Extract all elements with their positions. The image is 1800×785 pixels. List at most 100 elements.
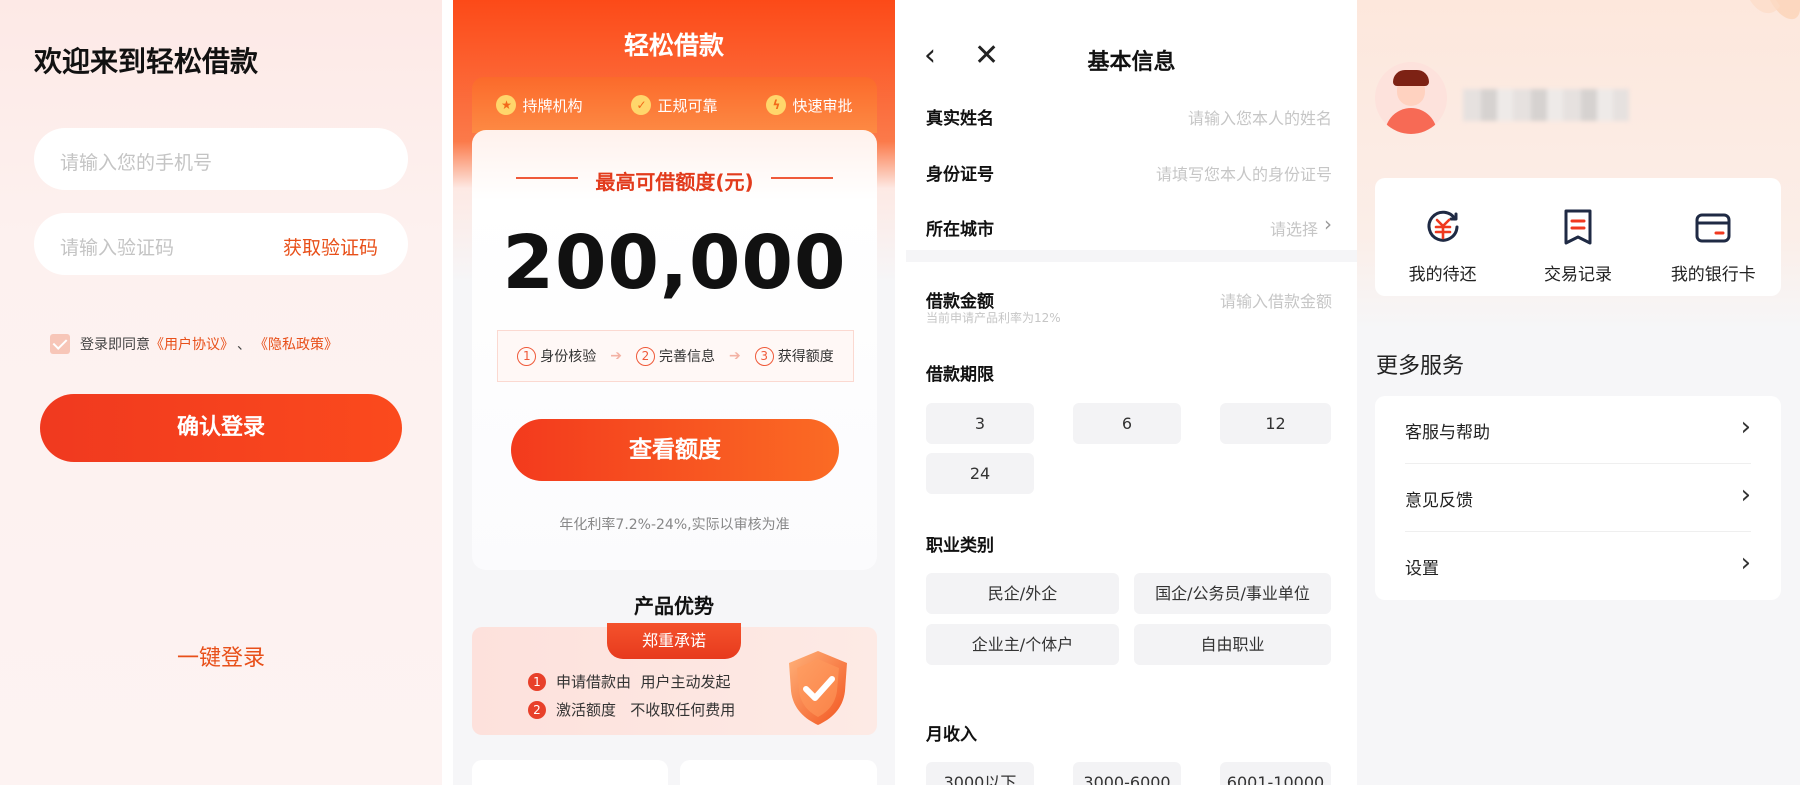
- services-menu: 客服与帮助 › 意见反馈 › 设置 ›: [1375, 396, 1781, 600]
- step-number: 3: [754, 346, 774, 366]
- bank-card-icon: [1695, 213, 1731, 243]
- term-label: 借款期限: [926, 365, 994, 385]
- quick-action-transactions[interactable]: 交易记录: [1510, 178, 1645, 296]
- agreement-row: 登录即同意 《用户协议》 、 《隐私政策》: [50, 334, 338, 354]
- chevron-right-icon: ›: [1740, 412, 1751, 442]
- shield-check-icon: ✓: [631, 95, 652, 115]
- tag-label: 快速审批: [792, 96, 853, 115]
- quick-action-label: 我的待还: [1408, 265, 1477, 285]
- tag-label: 持牌机构: [522, 96, 583, 115]
- welcome-title: 欢迎来到轻松借款: [34, 45, 259, 78]
- get-code-button[interactable]: 获取验证码: [283, 233, 378, 260]
- star-badge-icon: ★: [496, 95, 517, 115]
- rate-note: 年化利率7.2%-24%,实际以审核为准: [559, 517, 790, 533]
- name-field[interactable]: 真实姓名 请输入您本人的姓名: [926, 96, 1332, 136]
- promise-item: 2 激活额度 不收取任何费用: [528, 699, 735, 720]
- shield-check-icon: [789, 651, 847, 725]
- one-click-login-button[interactable]: 一键登录: [0, 640, 442, 672]
- promise-text: 申请借款由 用户主动发起: [556, 673, 731, 691]
- more-services-title: 更多服务: [1376, 354, 1465, 379]
- field-placeholder: 请输入借款金额: [1219, 292, 1332, 311]
- job-option[interactable]: 企业主/个体户: [926, 624, 1119, 665]
- section-divider: [906, 250, 1357, 262]
- credit-limit-card: 最高可借额度(元) 200,000 1 身份核验 ➔ 2 完善信息 ➔ 3 获得…: [472, 130, 877, 570]
- id-number-field[interactable]: 身份证号 请填写您本人的身份证号: [926, 152, 1332, 192]
- feature-card: [472, 760, 668, 785]
- agree-checkbox[interactable]: [50, 334, 70, 354]
- term-option[interactable]: 6: [1073, 403, 1181, 444]
- menu-item-feedback[interactable]: 意见反馈 ›: [1405, 464, 1751, 532]
- confirm-login-button[interactable]: 确认登录: [40, 394, 402, 462]
- income-option[interactable]: 3000-6000: [1073, 762, 1181, 785]
- job-label: 职业类别: [926, 536, 994, 556]
- arrow-right-icon: ➔: [729, 348, 741, 364]
- page-title: 基本信息: [1087, 50, 1176, 75]
- quick-action-bank-cards[interactable]: 我的银行卡: [1646, 178, 1781, 296]
- income-option[interactable]: 6001-10000: [1220, 762, 1331, 785]
- tag-licensed: ★ 持牌机构: [496, 95, 583, 116]
- menu-label: 设置: [1405, 559, 1439, 579]
- avatar-body: [1385, 108, 1437, 134]
- code-placeholder: 请输入验证码: [60, 237, 175, 259]
- check-limit-button[interactable]: 查看额度: [511, 419, 839, 481]
- phone-input[interactable]: 请输入您的手机号: [34, 128, 408, 190]
- tag-label: 正规可靠: [657, 96, 718, 115]
- receipt-icon: [1564, 209, 1592, 245]
- product-advantage-title: 产品优势: [634, 594, 714, 618]
- term-option[interactable]: 24: [926, 453, 1034, 494]
- promise-text: 激活额度 不收取任何费用: [556, 701, 736, 719]
- chevron-right-icon: ›: [1324, 212, 1332, 236]
- privacy-policy-link[interactable]: 《隐私政策》: [254, 334, 338, 354]
- rate-hint: 当前申请产品利率为12%: [926, 311, 1061, 325]
- avatar[interactable]: [1375, 62, 1447, 134]
- tag-fast-approval: ϟ 快速审批: [766, 95, 853, 116]
- yuan-refresh-icon: [1427, 210, 1459, 242]
- job-option[interactable]: 国企/公务员/事业单位: [1134, 573, 1331, 614]
- nav-bar: ‹ ✕ 基本信息: [906, 38, 1357, 78]
- city-select[interactable]: 所在城市 请选择 ›: [926, 207, 1332, 247]
- income-option[interactable]: 3000以下: [926, 762, 1034, 785]
- home-screen: 轻松借款 ★ 持牌机构 ✓ 正规可靠 ϟ 快速审批 最高可借额度(元) 200,…: [453, 0, 895, 785]
- tag-reliable: ✓ 正规可靠: [631, 95, 718, 116]
- avatar-hair: [1393, 70, 1429, 86]
- max-limit-amount: 200,000: [502, 220, 847, 306]
- quick-actions: 我的待还 交易记录 我的银行卡: [1375, 178, 1781, 296]
- term-option[interactable]: 3: [926, 403, 1034, 444]
- field-placeholder: 请填写您本人的身份证号: [1155, 165, 1332, 184]
- field-label: 身份证号: [926, 165, 994, 185]
- agree-separator: 、: [237, 337, 251, 353]
- step-item: 1 身份核验: [517, 346, 596, 366]
- max-limit-label: 最高可借额度(元): [595, 170, 754, 194]
- username-blurred: [1463, 89, 1629, 121]
- user-agreement-link[interactable]: 《用户协议》: [150, 334, 234, 354]
- step-item: 3 获得额度: [754, 346, 834, 366]
- promise-number: 2: [528, 700, 546, 719]
- job-option[interactable]: 民企/外企: [926, 573, 1119, 614]
- feature-card: [680, 760, 877, 785]
- agree-text: 登录即同意: [80, 337, 150, 353]
- promise-ribbon: 郑重承诺: [607, 623, 741, 659]
- apply-steps: 1 身份核验 ➔ 2 完善信息 ➔ 3 获得额度: [497, 330, 854, 382]
- quick-action-label: 我的银行卡: [1670, 265, 1756, 285]
- menu-item-settings[interactable]: 设置 ›: [1405, 532, 1751, 600]
- chevron-right-icon: ›: [1740, 480, 1751, 510]
- term-option[interactable]: 12: [1220, 403, 1331, 444]
- field-placeholder: 请输入您本人的姓名: [1187, 109, 1332, 128]
- menu-item-help[interactable]: 客服与帮助 ›: [1405, 396, 1751, 464]
- login-screen: 欢迎来到轻松借款 请输入您的手机号 请输入验证码 获取验证码 登录即同意 《用户…: [0, 0, 442, 785]
- verification-code-input[interactable]: 请输入验证码 获取验证码: [34, 213, 408, 275]
- decor-line-right: [771, 177, 833, 179]
- job-option[interactable]: 自由职业: [1134, 624, 1331, 665]
- basic-info-screen: ‹ ✕ 基本信息 真实姓名 请输入您本人的姓名 身份证号 请填写您本人的身份证号…: [906, 0, 1357, 785]
- step-number: 1: [517, 346, 537, 366]
- step-label: 完善信息: [659, 349, 715, 365]
- step-label: 获得额度: [777, 349, 834, 365]
- promise-item: 1 申请借款由 用户主动发起: [528, 671, 731, 692]
- profile-screen: 我的待还 交易记录 我的银行卡 更多服务 客服与帮助 › 意见反馈 › 设置 ›: [1357, 0, 1800, 785]
- step-item: 2 完善信息: [636, 346, 715, 366]
- trust-tag-bar: ★ 持牌机构 ✓ 正规可靠 ϟ 快速审批: [472, 77, 877, 133]
- step-number: 2: [636, 346, 655, 366]
- field-label: 真实姓名: [926, 109, 994, 129]
- quick-action-repayment[interactable]: 我的待还: [1375, 178, 1510, 296]
- menu-label: 意见反馈: [1405, 491, 1473, 511]
